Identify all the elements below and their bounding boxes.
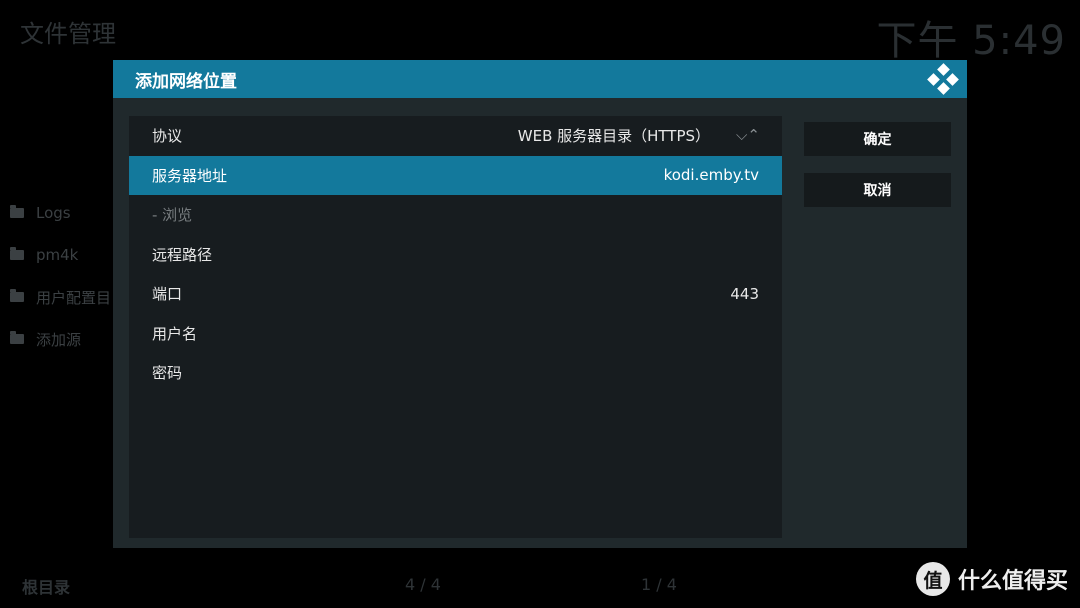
settings-list: 协议 WEB 服务器目录（HTTPS） ⌵ ⌃ 服务器地址 kodi.emby.… [129,116,782,538]
chevron-up-icon[interactable]: ⌃ [747,128,760,143]
folder-icon [10,331,24,344]
list-item[interactable]: 添加源 [10,318,111,360]
dialog-header: 添加网络位置 [113,60,967,98]
cancel-button[interactable]: 取消 [804,173,951,207]
list-item-label: 用户配置目 [36,288,112,307]
setting-value: WEB 服务器目录（HTTPS） [517,127,711,146]
setting-label: 远程路径 [152,245,213,264]
list-item[interactable]: 用户配置目 [10,276,111,318]
setting-value: 443 [730,284,759,303]
list-item-label: pm4k [36,246,79,264]
port-setting[interactable]: 端口 443 [129,274,782,314]
list-item-label: 添加源 [36,330,82,349]
page-counter-right: 1 / 4 [641,575,677,594]
setting-label: 服务器地址 [152,166,228,185]
protocol-setting[interactable]: 协议 WEB 服务器目录（HTTPS） ⌵ ⌃ [129,116,782,156]
server-address-setting[interactable]: 服务器地址 kodi.emby.tv [129,155,782,195]
watermark-text: 什么值得买 [957,569,1068,594]
password-setting[interactable]: 密码 [129,353,782,393]
setting-label: - 浏览 [152,206,193,225]
watermark: 值 什么值得买 [915,562,1068,596]
setting-label: 协议 [152,127,183,146]
list-item[interactable]: Logs [10,192,111,234]
setting-label: 密码 [152,364,183,383]
setting-value: kodi.emby.tv [663,166,759,185]
page-counter-left: 4 / 4 [405,575,441,594]
remote-path-setting[interactable]: 远程路径 [129,235,782,275]
breadcrumb: 根目录 [22,578,71,597]
clock: 下午 5:49 [876,18,1066,64]
chevron-down-icon[interactable]: ⌵ [736,128,747,143]
protocol-spinner[interactable]: ⌵ ⌃ [736,128,760,143]
watermark-badge-icon: 值 [915,562,950,596]
folder-icon [10,205,24,218]
folder-icon [10,289,24,302]
add-network-location-dialog: 添加网络位置 协议 WEB 服务器目录（HTTPS） ⌵ ⌃ 服务器地址 kod… [113,60,967,548]
source-list: Logs pm4k 用户配置目 添加源 [10,192,111,360]
username-setting[interactable]: 用户名 [129,314,782,354]
kodi-logo-icon [927,63,959,95]
list-item-label: Logs [36,204,71,222]
list-item[interactable]: pm4k [10,234,111,276]
dialog-buttons: 确定 取消 [804,122,951,224]
setting-label: 端口 [152,285,183,304]
dialog-title: 添加网络位置 [135,71,237,92]
browse-setting[interactable]: - 浏览 [129,195,782,235]
ok-button[interactable]: 确定 [804,122,951,156]
setting-label: 用户名 [152,324,198,343]
folder-icon [10,247,24,260]
window-title: 文件管理 [20,20,116,48]
